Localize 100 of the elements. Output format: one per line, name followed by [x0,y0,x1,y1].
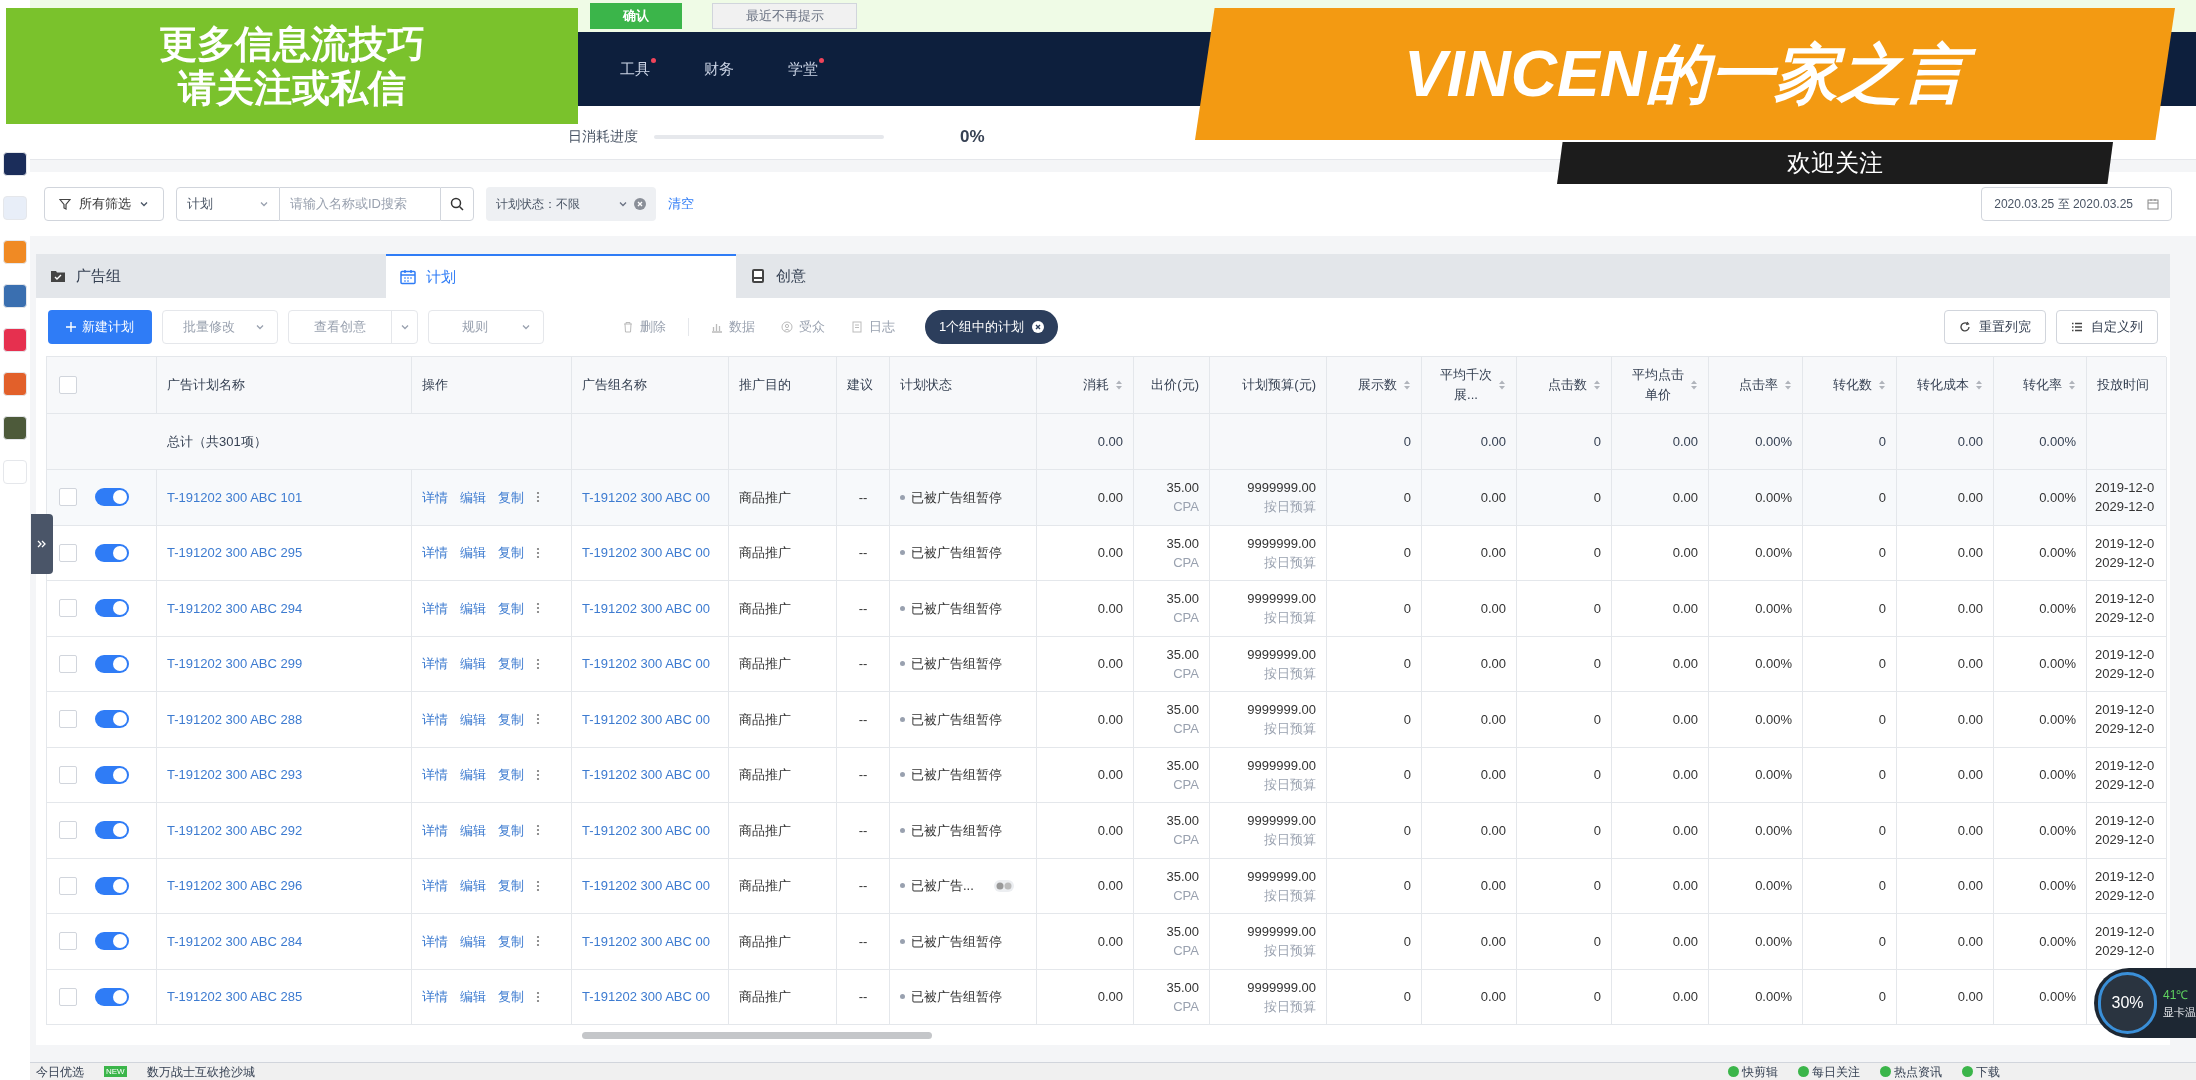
group-name-link[interactable]: T-191202 300 ABC 00 [582,986,710,1008]
action-link[interactable]: 编辑 [460,765,486,785]
action-link[interactable]: 详情 [422,543,448,563]
more-icon[interactable] [536,824,540,837]
toggle-switch[interactable] [95,488,129,507]
filter-dropdown[interactable]: 所有筛选 [44,187,164,221]
plan-name-link[interactable]: T-191202 300 ABC 288 [167,709,303,729]
plan-name-link[interactable]: T-191202 300 ABC 101 [167,487,303,507]
action-link[interactable]: 编辑 [460,654,486,674]
date-range-picker[interactable]: 2020.03.25 至 2020.03.25 [1981,187,2172,221]
checkbox[interactable] [59,543,77,562]
taskbar-link[interactable]: 热点资讯 [1880,1062,1942,1080]
checkbox[interactable] [59,488,77,507]
checkbox[interactable] [59,376,77,394]
more-icon[interactable] [536,990,540,1003]
checkbox[interactable] [59,654,77,673]
more-icon[interactable] [536,713,540,726]
group-name-link[interactable]: T-191202 300 ABC 00 [582,819,710,841]
group-name-link[interactable]: T-191202 300 ABC 00 [582,542,710,564]
checkbox[interactable] [59,876,77,895]
nav-link[interactable]: 工具 [620,57,650,81]
action-link[interactable]: 详情 [422,876,448,896]
action-link[interactable]: 编辑 [460,543,486,563]
action-link[interactable]: 编辑 [460,987,486,1007]
action-link[interactable]: 编辑 [460,931,486,951]
toggle-switch[interactable] [95,932,129,951]
toggle-switch[interactable] [95,599,129,618]
taskbar-link[interactable]: 下载 [1962,1062,2000,1080]
app-icon[interactable] [3,152,27,176]
action-link[interactable]: 详情 [422,931,448,951]
dismiss-button[interactable]: 最近不再提示 [712,3,857,29]
more-icon[interactable] [536,491,540,504]
action-link[interactable]: 复制 [498,654,524,674]
checkbox[interactable] [59,987,77,1006]
taskbar-link[interactable]: 快剪辑 [1728,1062,1778,1080]
tab[interactable]: 广告组 [36,254,386,298]
taskbar-link[interactable]: 今日优选 [36,1062,84,1080]
column-header[interactable]: 点击率 [1739,375,1778,395]
action-link[interactable]: 详情 [422,598,448,618]
plan-name-link[interactable]: T-191202 300 ABC 285 [167,987,303,1007]
new-plan-button[interactable]: 新建计划 [48,310,152,344]
action-link[interactable]: 复制 [498,487,524,507]
action-link[interactable]: 复制 [498,598,524,618]
nav-link[interactable]: 财务 [704,57,734,81]
checkbox[interactable] [59,765,77,784]
action-link[interactable]: 编辑 [460,876,486,896]
action-link[interactable]: 编辑 [460,820,486,840]
column-header[interactable]: 平均点击单价 [1632,365,1684,405]
column-header[interactable]: 转化数 [1833,375,1872,395]
toolbar-button[interactable]: 自定义列 [2056,310,2158,344]
search-button[interactable] [440,187,474,221]
tab[interactable]: 计划 [386,254,736,298]
plan-name-link[interactable]: T-191202 300 ABC 299 [167,654,303,674]
search-field[interactable]: 请输入名称或ID搜索 [280,187,440,221]
toggle-switch[interactable] [95,654,129,673]
group-name-link[interactable]: T-191202 300 ABC 00 [582,764,710,786]
action-link[interactable]: 详情 [422,709,448,729]
more-icon[interactable] [536,768,540,781]
toolbar-button[interactable]: 重置列宽 [1944,310,2046,344]
expand-handle[interactable] [31,514,53,574]
action-link[interactable]: 详情 [422,820,448,840]
plan-name-link[interactable]: T-191202 300 ABC 294 [167,598,303,618]
group-name-link[interactable]: T-191202 300 ABC 00 [582,930,710,952]
more-icon[interactable] [536,879,540,892]
action-link[interactable]: 编辑 [460,487,486,507]
status-select[interactable]: 计划状态：不限 [486,187,656,221]
more-icon[interactable] [536,935,540,948]
action-link[interactable]: 复制 [498,987,524,1007]
toggle-switch[interactable] [95,987,129,1006]
action-link[interactable]: 复制 [498,543,524,563]
group-name-link[interactable]: T-191202 300 ABC 00 [582,708,710,730]
more-icon[interactable] [536,602,540,615]
horizontal-scrollbar[interactable] [582,1031,932,1039]
action-link[interactable]: 详情 [422,487,448,507]
more-icon[interactable] [536,546,540,559]
column-header[interactable]: 转化率 [2023,375,2062,395]
action-link[interactable]: 复制 [498,709,524,729]
action-link[interactable]: 编辑 [460,598,486,618]
toggle-switch[interactable] [95,543,129,562]
taskbar-link[interactable]: 数万战士互砍抢沙城 [146,1062,255,1080]
action-link[interactable]: 复制 [498,931,524,951]
scope-select[interactable]: 计划 [176,187,280,221]
more-icon[interactable] [536,657,540,670]
plan-name-link[interactable]: T-191202 300 ABC 296 [167,876,303,896]
confirm-button[interactable]: 确认 [590,3,682,29]
app-icon[interactable] [3,416,27,440]
checkbox[interactable] [59,932,77,951]
group-name-link[interactable]: T-191202 300 ABC 00 [582,653,710,675]
action-link[interactable]: 详情 [422,654,448,674]
clear-link[interactable]: 清空 [668,194,694,214]
nav-link[interactable]: 学堂 [788,57,818,81]
column-header[interactable]: 点击数 [1548,375,1587,395]
column-header[interactable]: 转化成本 [1917,375,1969,395]
plan-name-link[interactable]: T-191202 300 ABC 292 [167,820,303,840]
toggle-switch[interactable] [95,821,129,840]
toggle-switch[interactable] [95,765,129,784]
checkbox[interactable] [59,821,77,840]
action-link[interactable]: 复制 [498,765,524,785]
group-name-link[interactable]: T-191202 300 ABC 00 [582,486,710,508]
column-header[interactable]: 消耗 [1083,375,1109,395]
